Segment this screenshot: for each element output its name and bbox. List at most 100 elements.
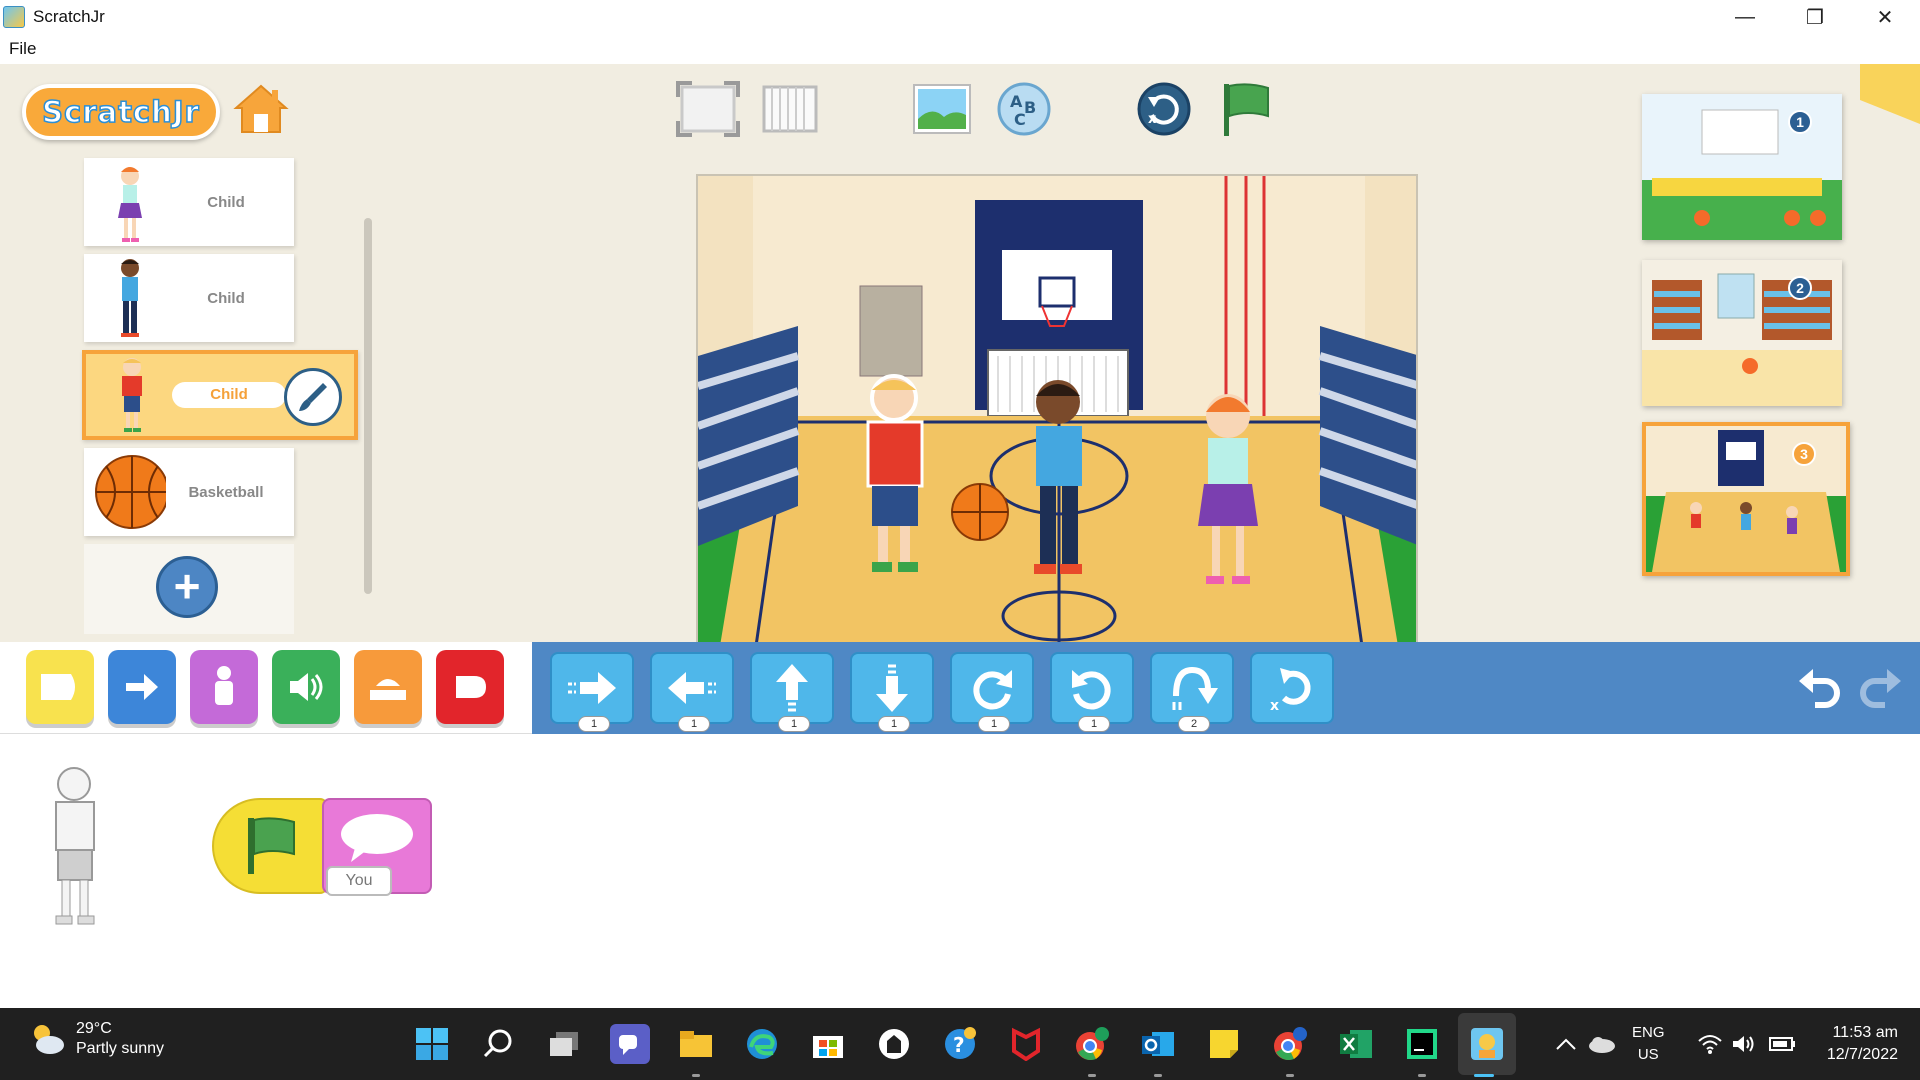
teams-chat-icon[interactable]: [610, 1024, 650, 1064]
stage-canvas[interactable]: [696, 174, 1418, 644]
clock-time: 11:53 am: [1832, 1024, 1898, 1041]
move-left-block[interactable]: 1: [650, 652, 734, 732]
move-right-block[interactable]: 1: [550, 652, 634, 732]
sprite-card-child-1[interactable]: Child: [84, 158, 294, 246]
system-clock[interactable]: 11:53 am 12/7/2022: [1827, 1022, 1898, 1066]
menu-bar: File: [0, 34, 1920, 64]
add-sprite-button[interactable]: +: [156, 556, 218, 618]
github-icon[interactable]: [874, 1024, 914, 1064]
home-button[interactable]: [232, 80, 290, 138]
sprite-card-child-2[interactable]: Child: [84, 254, 294, 342]
redo-icon: [1860, 669, 1901, 708]
file-explorer-icon[interactable]: [676, 1024, 716, 1064]
language-code: ENG: [1632, 1024, 1665, 1041]
chrome-profile-r-icon[interactable]: [1072, 1024, 1112, 1064]
fullscreen-button[interactable]: [676, 80, 740, 138]
svg-text:A: A: [1010, 92, 1023, 111]
weather-widget[interactable]: 29°C Partly sunny: [26, 1020, 164, 1058]
weather-temperature: 29°C: [76, 1020, 112, 1037]
clock-date: 12/7/2022: [1826, 1046, 1898, 1063]
looks-category-tab[interactable]: [190, 650, 258, 724]
move-up-block[interactable]: 1: [750, 652, 834, 732]
control-category-tab[interactable]: [354, 650, 422, 724]
close-button[interactable]: ✕: [1850, 0, 1920, 34]
hop-block[interactable]: 2: [1150, 652, 1234, 732]
onedrive-cloud-icon[interactable]: [1582, 1024, 1622, 1064]
search-icon[interactable]: [478, 1024, 518, 1064]
page-thumbnail-2[interactable]: 2: [1642, 260, 1842, 406]
chrome-profile-l-icon[interactable]: [1270, 1024, 1310, 1064]
partly-sunny-icon: [34, 1025, 64, 1054]
library-page-image: [1642, 260, 1842, 406]
block-count[interactable]: 1: [578, 716, 610, 732]
page-thumbnail-1[interactable]: 1: [1642, 94, 1842, 240]
classroom-page-image: [1642, 94, 1842, 240]
reset-icon: x: [1137, 82, 1191, 136]
block-count[interactable]: 2: [1178, 716, 1210, 732]
grid-icon: [762, 85, 818, 133]
svg-text:x: x: [1270, 698, 1279, 714]
pycharm-icon[interactable]: [1402, 1024, 1442, 1064]
get-help-icon[interactable]: ?: [940, 1024, 980, 1064]
end-category-tab[interactable]: [436, 650, 504, 724]
running-indicator: [1154, 1074, 1162, 1077]
task-view-icon[interactable]: [544, 1024, 584, 1064]
paint-editor-button[interactable]: [284, 368, 342, 426]
turn-left-block[interactable]: 1: [1050, 652, 1134, 732]
language-indicator[interactable]: ENG US: [1632, 1022, 1665, 1066]
move-right-icon: [568, 672, 616, 704]
menu-file[interactable]: File: [9, 39, 36, 59]
volume-icon[interactable]: [1724, 1024, 1764, 1064]
sprite-list-scrollbar[interactable]: [364, 218, 372, 594]
block-count[interactable]: 1: [878, 716, 910, 732]
sticky-notes-icon[interactable]: [1204, 1024, 1244, 1064]
block-count[interactable]: 1: [1078, 716, 1110, 732]
svg-text:C: C: [1014, 110, 1026, 129]
basketball-sprite-thumbnail: [84, 448, 169, 536]
excel-icon[interactable]: [1336, 1024, 1376, 1064]
mcafee-icon[interactable]: [1006, 1024, 1046, 1064]
scratchjr-taskbar-icon[interactable]: [1467, 1024, 1507, 1064]
block-count[interactable]: 1: [978, 716, 1010, 732]
edge-browser-icon[interactable]: [742, 1024, 782, 1064]
say-text-field[interactable]: You: [326, 866, 392, 896]
reset-button[interactable]: x: [1132, 80, 1196, 138]
redo-button[interactable]: [1856, 662, 1906, 712]
show-hidden-icons-chevron[interactable]: [1546, 1024, 1586, 1064]
battery-icon[interactable]: [1762, 1024, 1802, 1064]
restore-button[interactable]: ❐: [1780, 0, 1850, 34]
start-on-green-flag-block[interactable]: [212, 798, 328, 894]
hop-icon: [1172, 666, 1218, 710]
running-indicator: [1418, 1074, 1426, 1077]
grid-button[interactable]: [758, 80, 822, 138]
turn-right-block[interactable]: 1: [950, 652, 1034, 732]
page-thumbnail-3[interactable]: 3: [1642, 422, 1850, 576]
page-number: 1: [1788, 110, 1812, 134]
move-down-icon: [876, 664, 908, 712]
motion-category-tab[interactable]: [108, 650, 176, 724]
block-category-bar: [0, 642, 532, 734]
outlook-icon[interactable]: [1138, 1024, 1178, 1064]
block-count[interactable]: 1: [678, 716, 710, 732]
add-text-button[interactable]: A B C: [992, 80, 1056, 138]
page-corner-flag[interactable]: [1860, 64, 1920, 124]
minimize-button[interactable]: —: [1710, 0, 1780, 34]
sprite-label: Child: [172, 382, 286, 408]
go-home-block[interactable]: x: [1250, 652, 1334, 724]
block-count[interactable]: 1: [778, 716, 810, 732]
add-sprite-slot: +: [84, 544, 294, 634]
active-indicator: [1474, 1074, 1494, 1077]
sprite-label: Child: [207, 289, 245, 307]
keyboard-layout: US: [1637, 1046, 1659, 1063]
sound-category-tab[interactable]: [272, 650, 340, 724]
scripts-area[interactable]: You: [0, 734, 1920, 1008]
microsoft-store-icon[interactable]: [808, 1024, 848, 1064]
move-down-block[interactable]: 1: [850, 652, 934, 732]
sprite-card-basketball[interactable]: Basketball: [84, 448, 294, 536]
green-flag-button[interactable]: [1214, 80, 1278, 138]
sprite-card-child-3[interactable]: Child: [82, 350, 358, 440]
background-button[interactable]: [910, 80, 974, 138]
undo-button[interactable]: [1794, 662, 1844, 712]
triggering-category-tab[interactable]: [26, 650, 94, 724]
start-icon[interactable]: [412, 1024, 452, 1064]
